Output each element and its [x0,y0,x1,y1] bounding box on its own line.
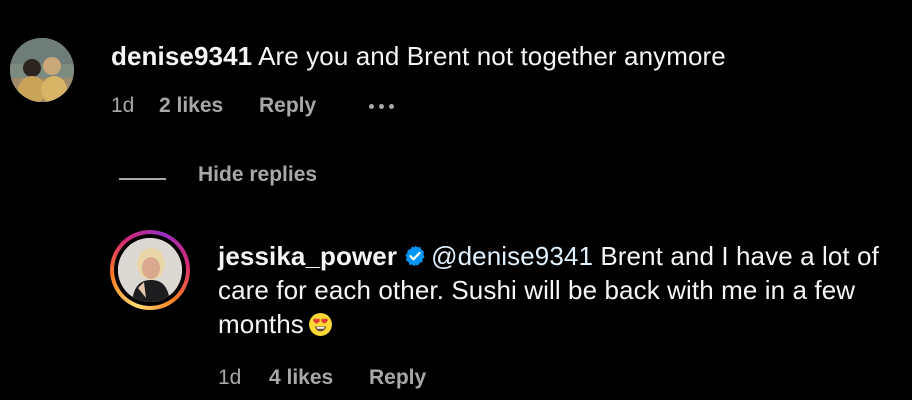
mention-link[interactable]: @denise9341 [431,241,593,271]
comment-meta: 1d 4 likes Reply [218,364,426,392]
comment-meta: 1d 2 likes Reply [111,92,394,120]
comment-likes[interactable]: 4 likes [269,364,369,392]
avatar[interactable] [10,38,74,102]
reply-button[interactable]: Reply [369,364,426,392]
more-options-icon[interactable] [369,100,394,113]
avatar [118,238,182,302]
reply-button[interactable]: Reply [259,92,369,120]
hide-replies-button[interactable]: Hide replies [198,161,317,189]
comment-body: jessika_power @denise9341 Brent and I hav… [218,239,898,341]
comment-username[interactable]: jessika_power [218,241,397,271]
avatar-photo [118,238,182,302]
avatar-photo [10,38,74,102]
comment-time: 1d [111,94,135,117]
comment-username[interactable]: denise9341 [111,41,252,71]
comment-text: Are you and Brent not together anymore [258,41,726,71]
comment-body: denise9341 Are you and Brent not togethe… [111,39,726,73]
heart-eyes-emoji-icon [308,313,332,336]
comment-time: 1d [218,366,242,389]
comment-likes[interactable]: 2 likes [159,92,259,120]
avatar-story-ring[interactable] [110,230,190,310]
verified-badge-icon [405,245,425,267]
replies-divider [119,178,166,180]
